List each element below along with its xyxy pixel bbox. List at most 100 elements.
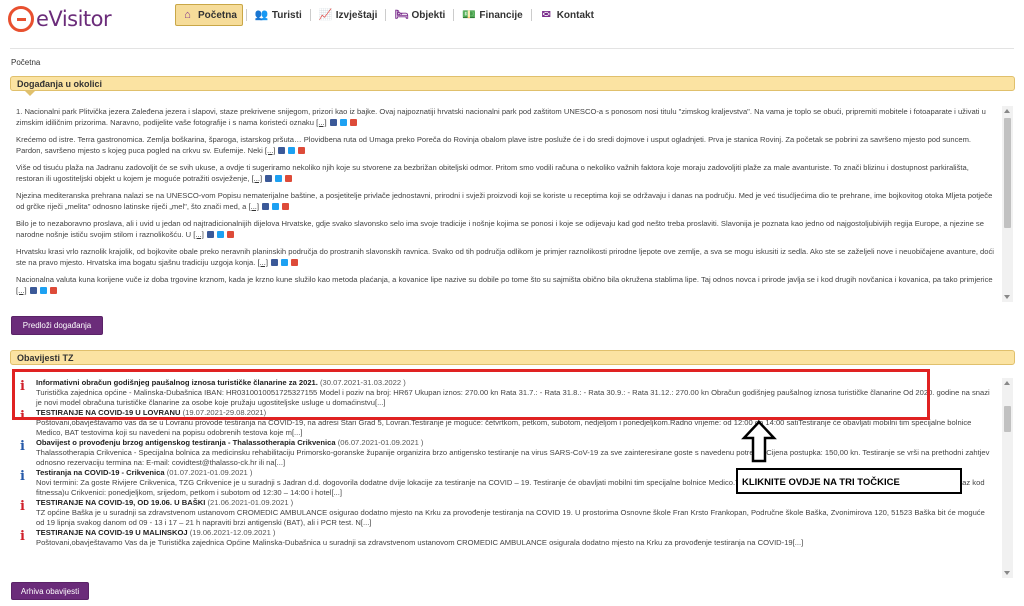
google-plus-icon[interactable]: [226, 231, 234, 238]
event-text: Bilo je to nezaboravno proslava, ali i u…: [16, 219, 984, 239]
nav-item-4[interactable]: 💵 Financije: [457, 4, 527, 26]
info-icon: i: [20, 439, 25, 454]
notice-body: Poštovani,obavještavamo vas da se u Lovr…: [36, 418, 972, 437]
twitter-icon[interactable]: [288, 147, 296, 154]
nav-label: Objekti: [411, 9, 446, 21]
read-more-link[interactable]: [...]: [248, 202, 259, 211]
notice-date: (21.06.2021-01.09.2021 ): [207, 498, 294, 507]
twitter-icon[interactable]: [216, 231, 224, 238]
scroll-down-icon[interactable]: [1004, 571, 1010, 575]
info-icon: i: [20, 469, 25, 484]
read-more-link[interactable]: [...]: [193, 230, 204, 239]
notices-archive-button[interactable]: Arhiva obavijesti: [11, 582, 89, 600]
facebook-icon[interactable]: [29, 287, 37, 294]
facebook-icon[interactable]: [278, 147, 286, 154]
notices-scrollbar[interactable]: [1002, 378, 1013, 578]
event-text: Njezina mediteranska prehrana nalazi se …: [16, 191, 993, 211]
google-plus-icon[interactable]: [298, 147, 306, 154]
facebook-icon[interactable]: [206, 231, 214, 238]
scroll-up-icon[interactable]: [1004, 381, 1010, 385]
read-more-link[interactable]: [...]: [16, 286, 27, 295]
google-plus-icon[interactable]: [291, 259, 299, 266]
nav-label: Financije: [479, 9, 523, 21]
event-text: Krećemo od istre. Terra gastronomica. Ze…: [16, 135, 972, 155]
events-panel-header: Događanja u okolici: [10, 76, 1015, 96]
facebook-icon[interactable]: [271, 259, 279, 266]
nav-label: Turisti: [271, 9, 302, 21]
scroll-thumb[interactable]: [1004, 406, 1011, 432]
nav-item-3[interactable]: 🛏 Objekti: [389, 4, 450, 26]
google-plus-icon[interactable]: [282, 203, 290, 210]
alert-icon: i: [20, 499, 25, 514]
scroll-down-icon[interactable]: [1004, 295, 1010, 299]
notice-body: Thalassotherapia Crikvenica - Specijalna…: [36, 448, 990, 467]
alert-icon: i: [20, 529, 25, 544]
evisitor-logo[interactable]: eVisitor: [8, 5, 112, 33]
suggest-events-button[interactable]: Predloži događanja: [11, 316, 103, 335]
nav-separator: [309, 9, 311, 21]
breadcrumb: Početna: [11, 58, 41, 67]
event-text: Hrvatsku krasi vrlo raznolik krajolik, o…: [16, 247, 994, 267]
events-panel-title: Događanja u okolici: [17, 79, 103, 89]
notice-date: (01.07.2021-01.09.2021 ): [166, 468, 253, 477]
nav-item-2[interactable]: 📈 Izvještaji: [314, 4, 383, 26]
users-icon: 👥: [254, 8, 269, 21]
nav-item-0[interactable]: ⌂ Početna: [175, 4, 243, 26]
facebook-icon[interactable]: [329, 119, 337, 126]
twitter-icon[interactable]: [339, 119, 347, 126]
top-bar: eVisitor ⌂ Početna 👥 Turisti 📈 Izvještaji 🛏 Obj…: [0, 0, 1024, 42]
notices-panel-header: Obavijesti TZ: [10, 350, 1015, 365]
logo-e-icon: [8, 6, 34, 32]
scroll-thumb[interactable]: [1004, 118, 1011, 228]
scroll-up-icon[interactable]: [1004, 109, 1010, 113]
read-more-link[interactable]: [...]: [252, 174, 263, 183]
nav-label: Kontakt: [556, 9, 594, 21]
notice-item: i TESTIRANJE NA COVID-19 U MALINSKOJ (19.…: [14, 528, 994, 548]
nav-label: Izvještaji: [335, 9, 378, 21]
twitter-icon[interactable]: [281, 259, 289, 266]
twitter-icon[interactable]: [39, 287, 47, 294]
google-plus-icon[interactable]: [285, 175, 293, 182]
home-icon: ⌂: [184, 8, 191, 21]
event-item: Hrvatsku krasi vrlo raznolik krajolik, o…: [16, 246, 994, 268]
nav-separator: [385, 9, 387, 21]
nav-item-5[interactable]: ✉ Kontakt: [535, 4, 599, 26]
facebook-icon[interactable]: [262, 203, 270, 210]
notice-date: (19.06.2021-12.09.2021 ): [189, 528, 276, 537]
money-icon: 💵: [462, 8, 477, 21]
event-item: Više od tisuću plaža na Jadranu zadovolj…: [16, 162, 994, 184]
twitter-icon[interactable]: [275, 175, 283, 182]
instruction-callout: KLIKNITE OVDJE NA TRI TOČKICE: [736, 468, 962, 494]
nav-item-1[interactable]: 👥 Turisti: [250, 4, 307, 26]
notice-body: TZ općine Baška je u suradnji sa zdravst…: [36, 508, 985, 527]
event-text: 1. Nacionalni park Plitvička jezera Zale…: [16, 107, 986, 127]
event-item: Krećemo od istre. Terra gastronomica. Ze…: [16, 134, 994, 156]
read-more-link[interactable]: [...]: [257, 258, 268, 267]
bed-icon: 🛏: [394, 8, 409, 21]
google-plus-icon[interactable]: [49, 287, 57, 294]
event-text: Više od tisuću plaža na Jadranu zadovolj…: [16, 163, 969, 183]
notice-item: i Obavijest o provođenju brzog antigensko…: [14, 438, 994, 468]
notices-panel-title: Obavijesti TZ: [17, 353, 74, 363]
notice-item: i TESTIRANJE NA COVID-19, OD 19.06. U BAŠ…: [14, 498, 994, 528]
envelope-icon: ✉: [541, 8, 551, 21]
event-item: Bilo je to nezaboravno proslava, ali i u…: [16, 218, 994, 240]
notice-title[interactable]: TESTIRANJE NA COVID-19, OD 19.06. U BAŠK…: [36, 498, 205, 507]
read-more-link[interactable]: [...]: [316, 118, 327, 127]
nav-separator: [245, 9, 247, 21]
google-plus-icon[interactable]: [349, 119, 357, 126]
notice-title[interactable]: Obavijest o provođenju brzog antigenskog…: [36, 438, 336, 447]
twitter-icon[interactable]: [272, 203, 280, 210]
caret-down-icon: [25, 91, 35, 96]
event-item: Nacionalna valuta kuna korijene vuče iz …: [16, 274, 994, 296]
notice-title[interactable]: Testiranja na COVID-19 - Crikvenica: [36, 468, 165, 477]
events-scrollbar[interactable]: [1002, 106, 1013, 302]
read-more-link[interactable]: [...]: [265, 146, 276, 155]
facebook-icon[interactable]: [265, 175, 273, 182]
arrow-up-icon: [741, 420, 777, 463]
notice-body: Poštovani,obavještavamo Vas da je Turist…: [36, 538, 804, 547]
events-list: 1. Nacionalni park Plitvička jezera Zale…: [16, 106, 994, 302]
notice-title[interactable]: TESTIRANJE NA COVID-19 U MALINSKOJ: [36, 528, 188, 537]
nav-label: Početna: [198, 9, 237, 21]
header-divider: [10, 48, 1014, 49]
